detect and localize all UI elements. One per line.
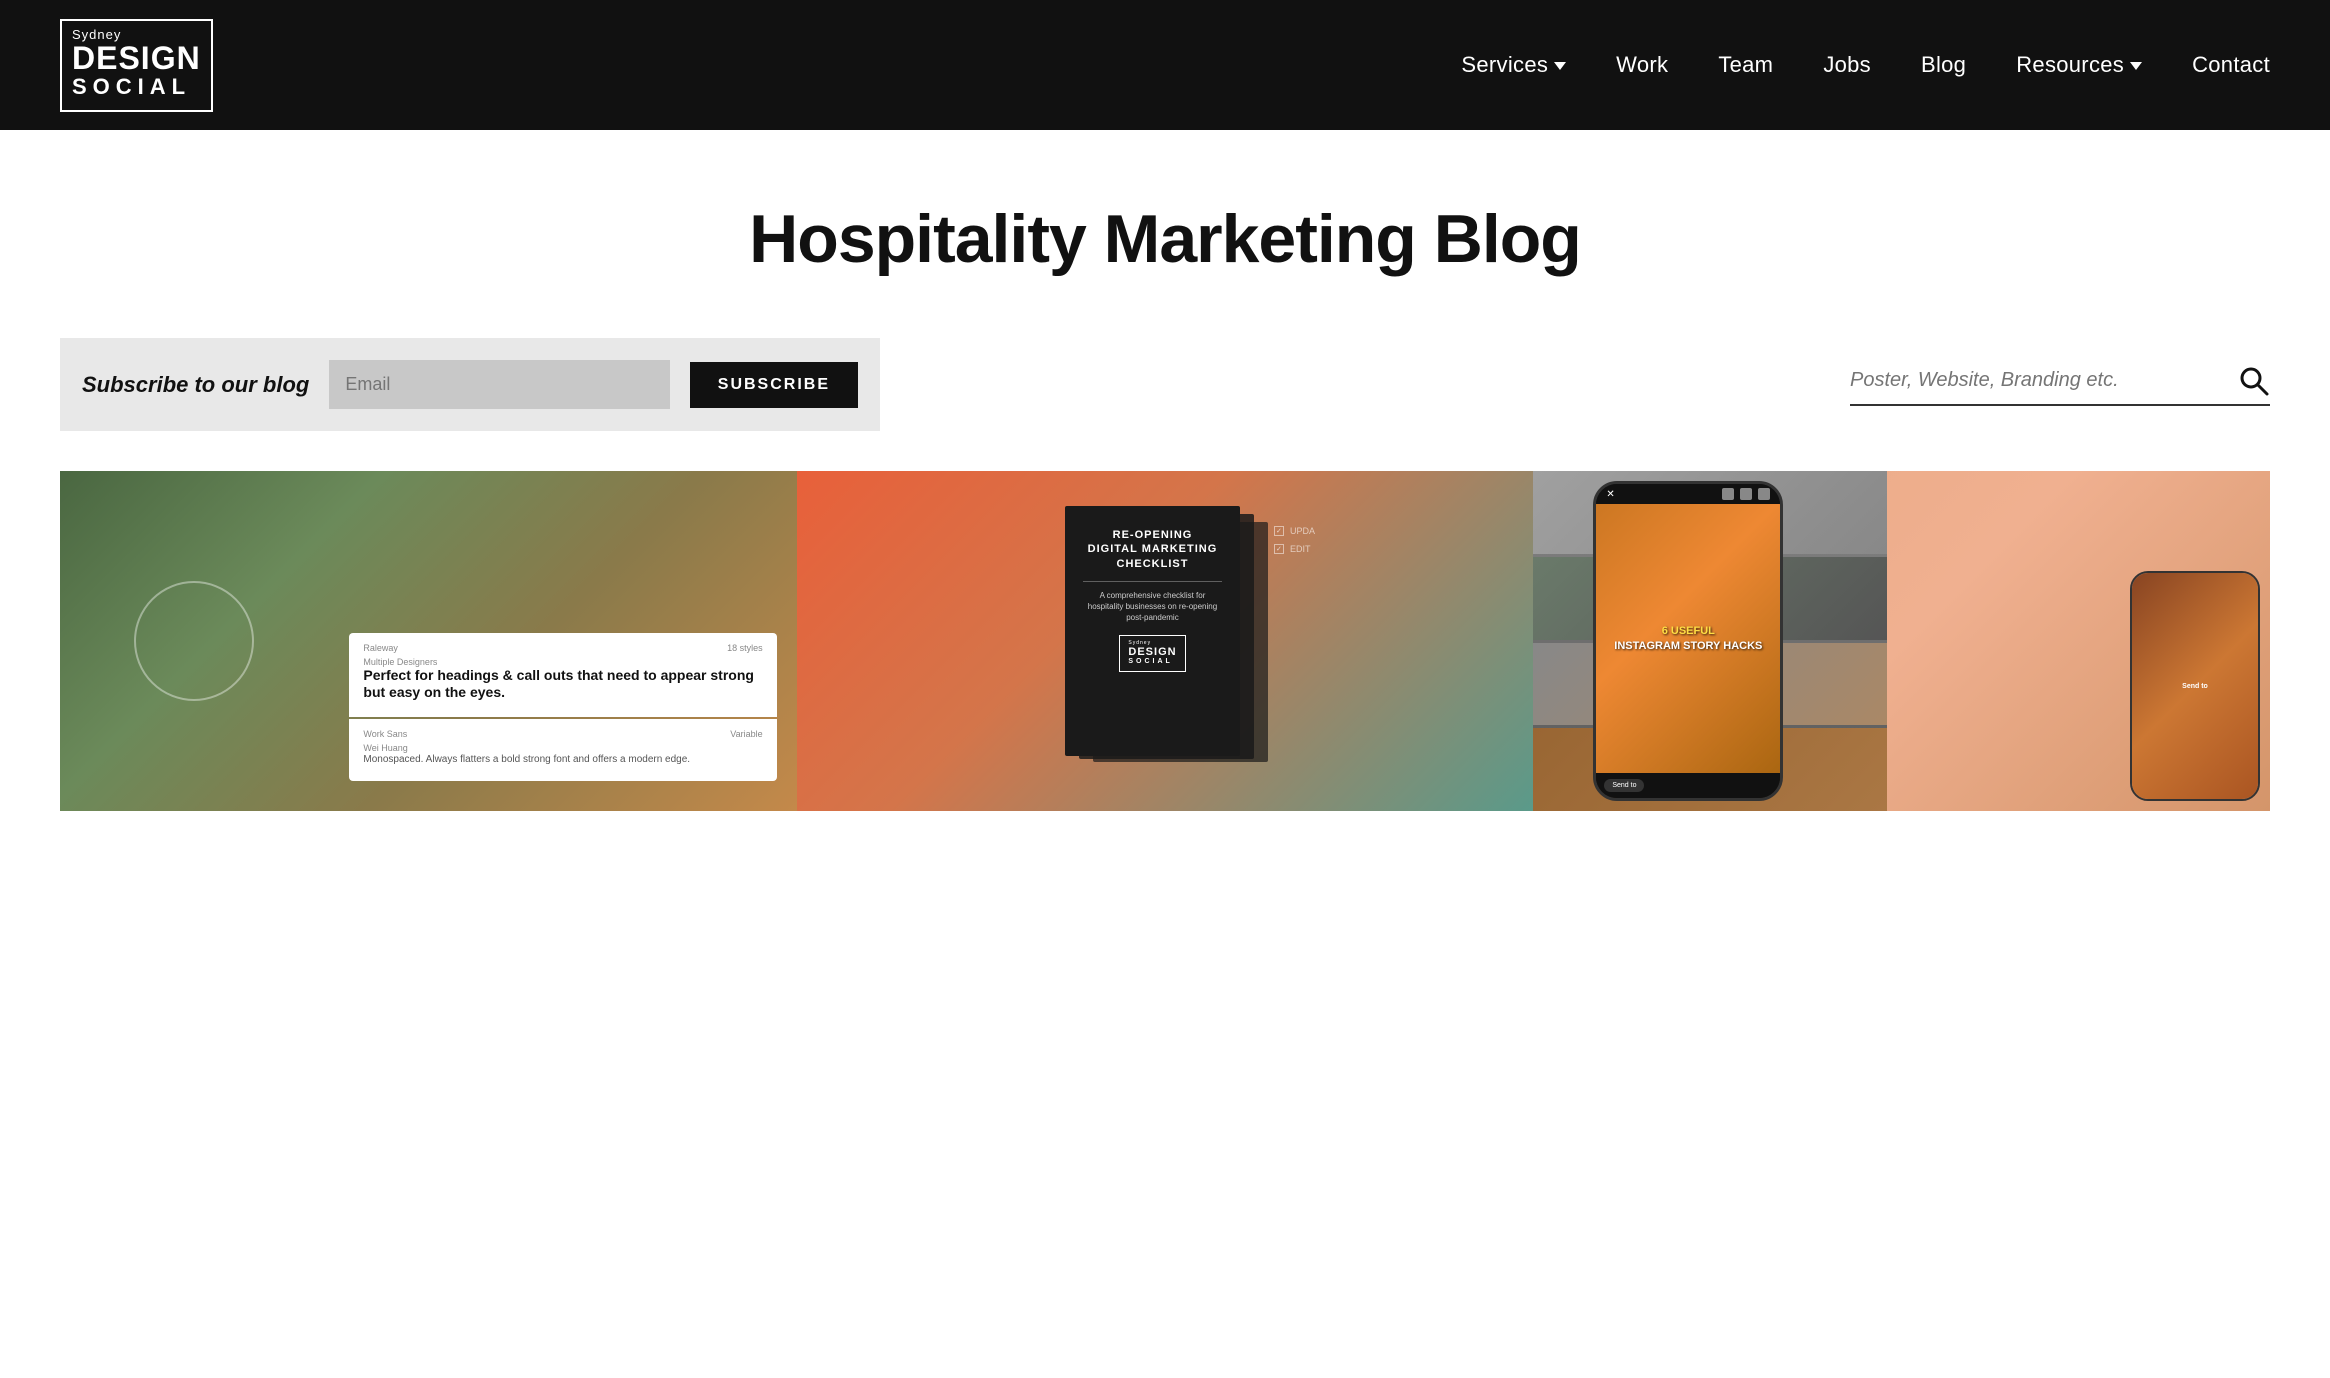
card-instagram[interactable]: ✕ 6 USEFUL INSTAGRAM STOR	[1533, 471, 2270, 811]
search-box	[1850, 363, 2270, 406]
search-icon	[2238, 365, 2270, 397]
checklist-title: RE-OPENING DIGITAL MARKETING CHECKLIST	[1083, 528, 1222, 571]
phone-bottom-bar: Send to	[1596, 773, 1780, 798]
nav-item-work[interactable]: Work	[1616, 52, 1668, 78]
phone-mockup-main: ✕ 6 USEFUL INSTAGRAM STOR	[1593, 481, 1783, 801]
nav-link-blog[interactable]: Blog	[1921, 52, 1966, 77]
font-designer: Multiple Designers	[363, 657, 762, 667]
nav-link-contact[interactable]: Contact	[2192, 52, 2270, 77]
checklist-sidebar: ✓ UPDA ✓ EDIT	[1274, 526, 1315, 554]
logo-box: Sydney DESIGN SOCIAL	[60, 19, 213, 112]
card-checklist[interactable]: RE-OPENING DIGITAL MARKETING CHECKLIST A…	[797, 471, 1534, 811]
decorative-circle	[134, 581, 254, 701]
nav-item-team[interactable]: Team	[1718, 52, 1773, 78]
checklist-description: A comprehensive checklist for hospitalit…	[1083, 590, 1222, 624]
search-input[interactable]	[1850, 363, 2238, 398]
font2-variant: Variable	[730, 729, 762, 739]
font2-name: Work Sans	[363, 729, 407, 739]
subscribe-box: Subscribe to our blog SUBSCRIBE	[60, 338, 880, 431]
send-button: Send to	[1604, 779, 1644, 792]
phone-small-content: Send to	[2172, 673, 2218, 700]
site-logo[interactable]: Sydney DESIGN SOCIAL	[60, 19, 213, 112]
font-headline: Perfect for headings & call outs that ne…	[363, 667, 762, 701]
card-fonts[interactable]: Raleway 18 styles Multiple Designers Per…	[60, 471, 797, 811]
nav-item-contact[interactable]: Contact	[2192, 52, 2270, 78]
subscribe-row: Subscribe to our blog SUBSCRIBE	[0, 318, 2330, 471]
checklist-logo: Sydney DESIGN SOCIAL	[1083, 635, 1222, 672]
phone-main-image: 6 USEFUL INSTAGRAM STORY HACKS	[1596, 504, 1780, 773]
font-styles: 18 styles	[727, 643, 763, 653]
nav-item-blog[interactable]: Blog	[1921, 52, 1966, 78]
subscribe-button[interactable]: SUBSCRIBE	[690, 362, 858, 408]
nav-link-team[interactable]: Team	[1718, 52, 1773, 77]
checklist-stack: RE-OPENING DIGITAL MARKETING CHECKLIST A…	[1065, 506, 1265, 776]
chevron-down-icon	[2130, 62, 2142, 70]
instagram-overlay-text: 6 USEFUL INSTAGRAM STORY HACKS	[1606, 616, 1770, 661]
page-title: Hospitality Marketing Blog	[60, 200, 2270, 278]
hero-section: Hospitality Marketing Blog	[0, 130, 2330, 318]
nav-link-resources[interactable]: Resources	[2016, 52, 2142, 78]
nav-item-resources[interactable]: Resources	[2016, 52, 2142, 78]
font2-designer: Wei Huang	[363, 743, 762, 753]
nav-link-jobs[interactable]: Jobs	[1823, 52, 1871, 77]
subscribe-label: Subscribe to our blog	[82, 372, 309, 398]
phone-mockup-small: Send to	[2130, 571, 2260, 801]
font2-desc: Monospaced. Always flatters a bold stron…	[363, 753, 762, 767]
chevron-down-icon	[1554, 62, 1566, 70]
font-card-header: Raleway 18 styles Multiple Designers Per…	[349, 633, 776, 717]
cards-grid: Raleway 18 styles Multiple Designers Per…	[0, 471, 2330, 871]
nav-item-services[interactable]: Services	[1461, 52, 1566, 78]
font-card-body: Work Sans Variable Wei Huang Monospaced.…	[349, 719, 776, 781]
font-showcase: Raleway 18 styles Multiple Designers Per…	[349, 633, 776, 781]
logo-social: SOCIAL	[72, 74, 201, 100]
font-name: Raleway	[363, 643, 398, 653]
logo-design: DESIGN	[72, 42, 201, 74]
email-field[interactable]	[329, 360, 669, 409]
checklist-divider	[1083, 581, 1222, 582]
phone-status-bar: ✕	[1596, 484, 1780, 504]
checklist-front: RE-OPENING DIGITAL MARKETING CHECKLIST A…	[1065, 506, 1240, 756]
navbar: Sydney DESIGN SOCIAL Services Work Team …	[0, 0, 2330, 130]
nav-link-work[interactable]: Work	[1616, 52, 1668, 77]
search-button[interactable]	[2238, 365, 2270, 397]
phone-content: 6 USEFUL INSTAGRAM STORY HACKS Send to	[1596, 504, 1780, 798]
nav-links: Services Work Team Jobs Blog Re	[1461, 52, 2270, 78]
phones-container: ✕ 6 USEFUL INSTAGRAM STOR	[1533, 471, 2270, 811]
nav-item-jobs[interactable]: Jobs	[1823, 52, 1871, 78]
nav-link-services[interactable]: Services	[1461, 52, 1566, 78]
